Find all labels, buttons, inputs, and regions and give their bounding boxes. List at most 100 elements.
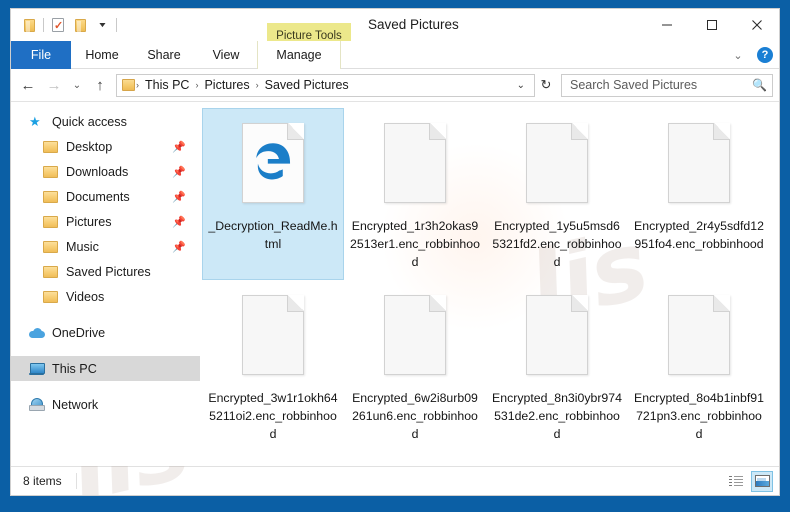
file-item-encrypted-7[interactable]: Encrypted_8o4b1inbf91721pn3.enc_robbinho… — [628, 280, 770, 452]
tab-home[interactable]: Home — [71, 41, 133, 69]
explorer-body: ★ Quick access Desktop 📌 Downloads 📌 Doc… — [11, 101, 779, 495]
new-folder-icon[interactable] — [69, 14, 91, 36]
ribbon-tab-bar: File Home Share View Manage ⌄ ? — [11, 41, 779, 69]
generic-file-icon — [384, 123, 446, 203]
icon-wrap — [660, 115, 738, 211]
recent-locations-button[interactable]: ⌄ — [67, 72, 87, 98]
properties-icon[interactable] — [18, 14, 40, 36]
search-icon: 🔍 — [752, 78, 767, 92]
item-count-label: 8 items — [23, 474, 62, 488]
folder-icon — [43, 164, 61, 180]
sidebar-item-label: Music — [66, 239, 99, 254]
help-icon[interactable]: ? — [757, 47, 773, 63]
tab-manage[interactable]: Manage — [257, 41, 341, 69]
sidebar-item-quick-access[interactable]: ★ Quick access — [11, 109, 200, 134]
icon-wrap — [376, 115, 454, 211]
sidebar-item-pictures[interactable]: Pictures 📌 — [11, 209, 200, 234]
folder-icon — [43, 239, 61, 255]
details-view-button[interactable] — [725, 471, 747, 492]
file-name-label: Encrypted_3w1r1okh645211oi2.enc_robbinho… — [208, 391, 338, 441]
window-title: Saved Pictures — [368, 17, 459, 32]
icon-wrap — [518, 115, 596, 211]
pin-icon[interactable]: 📌 — [172, 190, 186, 203]
desktop-background: ✓ ▼ Picture Tools Saved Pictures File Ho… — [0, 0, 790, 512]
ribbon-right-controls: ⌄ ? — [729, 41, 773, 69]
title-bar: ✓ ▼ Picture Tools Saved Pictures — [11, 9, 779, 48]
status-divider — [75, 473, 77, 489]
cloud-icon — [29, 325, 47, 341]
sidebar-item-downloads[interactable]: Downloads 📌 — [11, 159, 200, 184]
sidebar-item-label: Saved Pictures — [66, 264, 151, 279]
folder-icon — [43, 214, 61, 230]
toolbar-divider — [43, 18, 44, 32]
file-name-label: Encrypted_1y5u5msd65321fd2.enc_robbinhoo… — [492, 219, 622, 269]
breadcrumb-pictures[interactable]: Pictures — [199, 78, 254, 92]
view-switch-group — [725, 470, 773, 492]
sidebar-item-documents[interactable]: Documents 📌 — [11, 184, 200, 209]
generic-file-icon — [526, 295, 588, 375]
file-name-label: _Decryption_ReadMe.html — [208, 219, 338, 251]
close-button[interactable] — [734, 9, 779, 41]
sidebar-item-music[interactable]: Music 📌 — [11, 234, 200, 259]
address-bar[interactable]: › This PC › Pictures › Saved Pictures ⌄ — [116, 73, 535, 97]
sidebar-group-gap-3 — [11, 381, 200, 392]
pin-icon[interactable]: 📌 — [172, 240, 186, 253]
sidebar-item-label: Network — [52, 397, 99, 412]
maximize-button[interactable] — [689, 9, 734, 41]
file-item-encrypted-6[interactable]: Encrypted_8n3i0ybr974531de2.enc_robbinho… — [486, 280, 628, 452]
sidebar-item-label: Quick access — [52, 114, 127, 129]
quick-access-toolbar: ✓ ▼ — [11, 9, 120, 41]
details-view-icon — [729, 475, 743, 487]
contextual-tab-label: Picture Tools — [276, 29, 342, 42]
sidebar-item-label: OneDrive — [52, 325, 106, 340]
tab-share[interactable]: Share — [133, 41, 195, 69]
checkmark-document-icon[interactable]: ✓ — [47, 14, 69, 36]
back-button[interactable]: ← — [15, 72, 41, 98]
file-item-encrypted-3[interactable]: Encrypted_2r4y5sdfd12951fo4.enc_robbinho… — [628, 108, 770, 280]
search-input[interactable]: Search Saved Pictures — [570, 78, 752, 92]
icon-wrap — [376, 287, 454, 383]
pin-icon[interactable]: 📌 — [172, 140, 186, 153]
sidebar-item-label: Downloads — [66, 164, 129, 179]
breadcrumb-this-pc[interactable]: This PC — [140, 78, 194, 92]
forward-button: → — [46, 76, 62, 94]
file-grid: _Decryption_ReadMe.html Encrypted_1r3h2o… — [202, 108, 779, 452]
status-bar: 8 items — [11, 466, 779, 495]
file-name-label: Encrypted_2r4y5sdfd12951fo4.enc_robbinho… — [634, 219, 764, 251]
sidebar-item-desktop[interactable]: Desktop 📌 — [11, 134, 200, 159]
file-name-label: Encrypted_8o4b1inbf91721pn3.enc_robbinho… — [634, 391, 764, 441]
sidebar-item-this-pc[interactable]: This PC — [11, 356, 200, 381]
search-box[interactable]: Search Saved Pictures 🔍 — [561, 73, 773, 97]
file-item-encrypted-4[interactable]: Encrypted_3w1r1okh645211oi2.enc_robbinho… — [202, 280, 344, 452]
sidebar-item-videos[interactable]: Videos — [11, 284, 200, 309]
minimize-button[interactable] — [644, 9, 689, 41]
refresh-button[interactable]: ↻ — [535, 74, 557, 97]
icon-wrap — [234, 287, 312, 383]
address-dropdown-icon[interactable]: ⌄ — [510, 80, 532, 91]
file-item-encrypted-2[interactable]: Encrypted_1y5u5msd65321fd2.enc_robbinhoo… — [486, 108, 628, 280]
breadcrumb-saved-pictures[interactable]: Saved Pictures — [260, 78, 354, 92]
star-icon: ★ — [29, 114, 41, 129]
large-icons-view-button[interactable] — [751, 470, 773, 492]
folder-icon — [43, 289, 61, 305]
sidebar-item-saved-pictures[interactable]: Saved Pictures — [11, 259, 200, 284]
sidebar-item-onedrive[interactable]: OneDrive — [11, 320, 200, 345]
sidebar-item-label: Pictures — [66, 214, 112, 229]
up-button[interactable]: ↑ — [87, 72, 113, 98]
generic-file-icon — [384, 295, 446, 375]
toolbar-divider-2 — [116, 18, 117, 32]
file-item-encrypted-1[interactable]: Encrypted_1r3h2okas92513er1.enc_robbinho… — [344, 108, 486, 280]
tab-file[interactable]: File — [11, 41, 71, 69]
sidebar-item-network[interactable]: Network — [11, 392, 200, 417]
chevron-down-icon[interactable]: ⌄ — [729, 49, 747, 62]
address-bar-row: ← → ⌄ ↑ › This PC › Pictures › Saved Pic… — [11, 69, 779, 101]
tab-view[interactable]: View — [195, 41, 257, 69]
file-list-view[interactable]: lis _Decryption_ReadMe.html Encrypted_1r… — [200, 102, 779, 466]
file-item-encrypted-5[interactable]: Encrypted_6w2i8urb09261un6.enc_robbinhoo… — [344, 280, 486, 452]
file-name-label: Encrypted_8n3i0ybr974531de2.enc_robbinho… — [492, 391, 622, 441]
customize-quick-access-caret-icon[interactable]: ▼ — [91, 14, 113, 36]
pin-icon[interactable]: 📌 — [172, 165, 186, 178]
file-item-decryption-readme[interactable]: _Decryption_ReadMe.html — [202, 108, 344, 280]
pin-icon[interactable]: 📌 — [172, 215, 186, 228]
